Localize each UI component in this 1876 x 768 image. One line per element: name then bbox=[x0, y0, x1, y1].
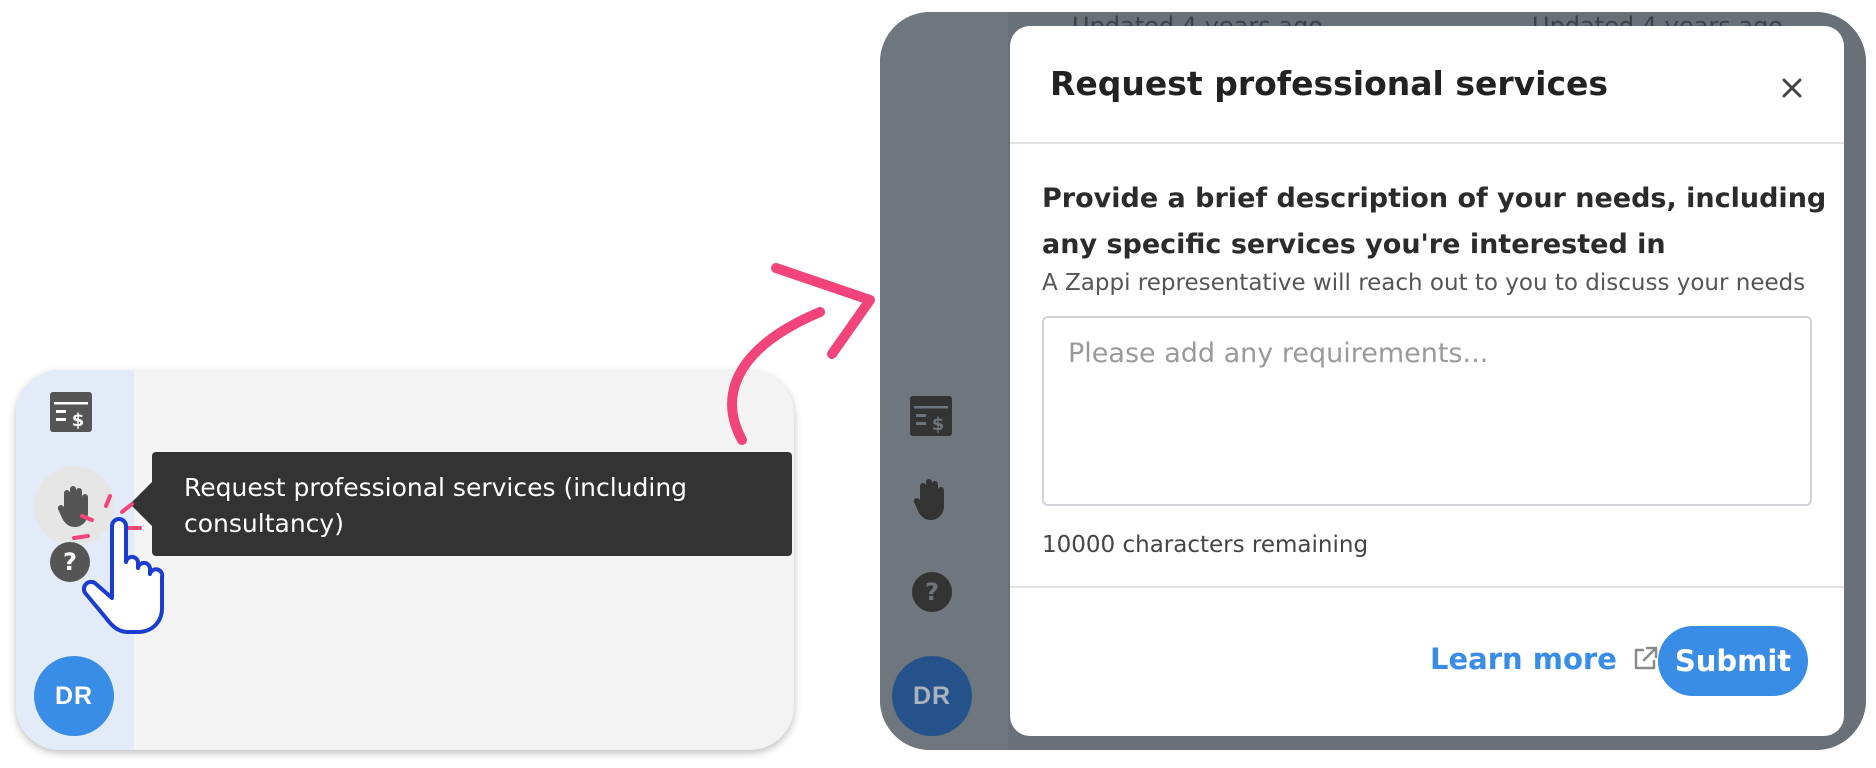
requirements-input[interactable] bbox=[1042, 316, 1812, 506]
request-services-modal: Request professional services Provide a … bbox=[1010, 26, 1844, 736]
close-icon[interactable] bbox=[1774, 70, 1810, 106]
svg-text:$: $ bbox=[72, 410, 85, 431]
left-panel: $ ? DR Request professional services (in… bbox=[16, 370, 794, 750]
svg-text:?: ? bbox=[925, 578, 939, 606]
description-hint: A Zappi representative will reach out to… bbox=[1042, 270, 1806, 296]
submit-button[interactable]: Submit bbox=[1658, 626, 1808, 696]
hand-icon bbox=[912, 478, 948, 520]
billing-icon[interactable]: $ bbox=[50, 392, 92, 432]
avatar[interactable]: DR bbox=[34, 656, 114, 736]
help-icon: ? bbox=[912, 572, 952, 612]
divider bbox=[1010, 586, 1844, 588]
sidebar-rail bbox=[880, 12, 1008, 750]
svg-text:$: $ bbox=[932, 414, 945, 435]
billing-icon: $ bbox=[910, 396, 952, 436]
learn-more-link[interactable]: Learn more bbox=[1430, 642, 1659, 676]
modal-title: Request professional services bbox=[1050, 64, 1609, 103]
arrow-icon bbox=[727, 263, 875, 445]
avatar: DR bbox=[892, 656, 972, 736]
learn-more-label: Learn more bbox=[1430, 642, 1617, 676]
external-link-icon bbox=[1634, 646, 1658, 670]
divider bbox=[1010, 142, 1844, 144]
characters-remaining: 10000 characters remaining bbox=[1042, 532, 1369, 558]
click-cursor-icon bbox=[66, 490, 196, 645]
tooltip: Request professional services (including… bbox=[130, 452, 792, 556]
description-prompt: Provide a brief description of your need… bbox=[1042, 183, 1827, 260]
